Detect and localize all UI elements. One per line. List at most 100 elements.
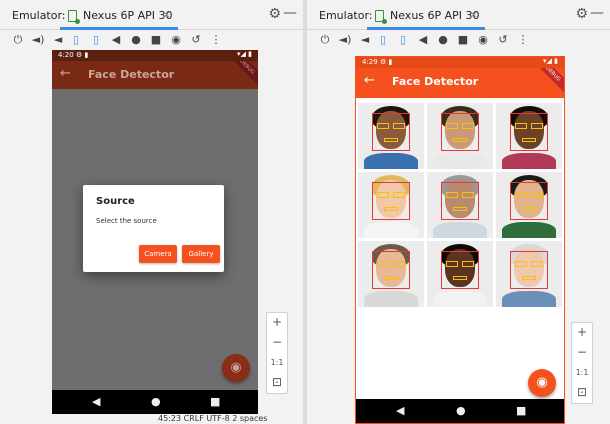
left-device-screen[interactable]: 4:20 ⚙ ▮ ▾◢ ▮ ← Face Detector DEBUG Sour… (52, 50, 258, 414)
emulator-label: Emulator: (12, 9, 66, 22)
face-image-cell[interactable] (496, 103, 562, 169)
tab-close-icon[interactable]: × (469, 8, 478, 21)
volume-up-icon[interactable]: ◄) (30, 32, 46, 48)
shirt-shape (502, 291, 556, 307)
rotate-left-icon[interactable]: ▯ (375, 32, 391, 48)
shirt-shape (433, 222, 487, 238)
eye-landmark-box (531, 123, 543, 129)
more-icon[interactable]: ⋮ (515, 32, 531, 48)
face-bounding-box (510, 251, 548, 289)
tab-close-icon[interactable]: × (162, 8, 171, 21)
source-dialog: Source Select the source Camera Gallery (83, 185, 224, 272)
screenshot-icon[interactable]: ◉ (168, 32, 184, 48)
shirt-shape (433, 153, 487, 169)
back-arrow-icon[interactable]: ← (364, 73, 375, 88)
mouth-landmark-box (453, 138, 467, 142)
mouth-landmark-box (384, 276, 398, 280)
zoom-fit-icon[interactable]: ⊡ (267, 375, 287, 389)
device-tab[interactable]: Nexus 6P API 30 × (367, 4, 485, 30)
settings-gear-icon[interactable]: ⚙ (575, 6, 588, 22)
rotate-right-icon[interactable]: ▯ (88, 32, 104, 48)
eye-landmark-box (515, 261, 527, 267)
gallery-button[interactable]: Gallery (182, 245, 220, 263)
face-image-cell[interactable] (496, 172, 562, 238)
zoom-out-icon[interactable]: − (572, 345, 592, 359)
eye-landmark-box (393, 192, 405, 198)
eye-landmark-box (393, 123, 405, 129)
power-icon[interactable]: ⏻ (10, 32, 26, 48)
rotate-right-icon[interactable]: ▯ (395, 32, 411, 48)
back-icon[interactable]: ◀ (108, 32, 124, 48)
app-bar: ← Face Detector DEBUG (356, 68, 564, 98)
app-title: Face Detector (88, 68, 175, 81)
home-icon[interactable]: ● (128, 32, 144, 48)
back-arrow-icon[interactable]: ← (60, 66, 71, 81)
zoom-out-icon[interactable]: − (267, 335, 287, 349)
android-nav-bar: ◀ ● ■ (52, 390, 258, 414)
eye-landmark-box (462, 192, 474, 198)
more-icon[interactable]: ⋮ (208, 32, 224, 48)
zoom-controls: + − 1:1 ⊡ (571, 322, 593, 404)
face-image-cell[interactable] (427, 103, 493, 169)
face-image-cell[interactable] (358, 172, 424, 238)
zoom-in-icon[interactable]: + (267, 315, 287, 329)
mouth-landmark-box (384, 138, 398, 142)
snapshot-icon[interactable]: ↺ (188, 32, 204, 48)
face-image-cell[interactable] (496, 241, 562, 307)
volume-down-icon[interactable]: ◄ (357, 32, 373, 48)
rotate-left-icon[interactable]: ▯ (68, 32, 84, 48)
face-image-cell[interactable] (427, 172, 493, 238)
mouth-landmark-box (384, 207, 398, 211)
status-time: 4:20 (58, 51, 74, 59)
eye-landmark-box (377, 192, 389, 198)
snapshot-icon[interactable]: ↺ (495, 32, 511, 48)
face-bounding-box (510, 182, 548, 220)
volume-down-icon[interactable]: ◄ (50, 32, 66, 48)
camera-button[interactable]: Camera (139, 245, 177, 263)
screenshot-icon[interactable]: ◉ (475, 32, 491, 48)
face-image-cell[interactable] (358, 103, 424, 169)
nav-back-icon[interactable]: ◀ (92, 395, 100, 408)
right-device-screen[interactable]: 4:29 ⚙ ▮ ▾◢ ▮ ← Face Detector DEBUG ◉ ◀ … (355, 56, 565, 424)
face-image-cell[interactable] (427, 241, 493, 307)
signal-icons: ▾◢ ▮ (237, 50, 252, 58)
device-icon (68, 10, 80, 24)
nav-back-icon[interactable]: ◀ (396, 404, 404, 417)
back-icon[interactable]: ◀ (415, 32, 431, 48)
nav-overview-icon[interactable]: ■ (210, 395, 220, 408)
status-icons: ⚙ ▮ (380, 58, 393, 66)
eye-landmark-box (446, 261, 458, 267)
shirt-shape (502, 153, 556, 169)
device-tab-label: Nexus 6P API 30 (390, 9, 480, 22)
face-bounding-box (510, 113, 548, 151)
eye-landmark-box (377, 123, 389, 129)
device-tab[interactable]: Nexus 6P API 30 × (60, 4, 178, 30)
zoom-in-icon[interactable]: + (572, 325, 592, 339)
shirt-shape (502, 222, 556, 238)
camera-fab[interactable]: ◉ (222, 354, 250, 382)
overview-icon[interactable]: ■ (148, 32, 164, 48)
left-emulator-pane: Emulator: Nexus 6P API 30 × ⚙ — ⏻ ◄) ◄ ▯… (0, 0, 303, 424)
home-icon[interactable]: ● (435, 32, 451, 48)
nav-home-icon[interactable]: ● (151, 395, 161, 408)
settings-gear-icon[interactable]: ⚙ (268, 6, 281, 22)
zoom-1to1-button[interactable]: 1:1 (267, 358, 287, 367)
ide-status-bar: 45:23 CRLF UTF-8 2 spaces (158, 414, 268, 423)
zoom-1to1-button[interactable]: 1:1 (572, 368, 592, 377)
dialog-message: Select the source (96, 217, 157, 225)
minimize-icon[interactable]: — (590, 5, 604, 21)
volume-up-icon[interactable]: ◄) (337, 32, 353, 48)
nav-home-icon[interactable]: ● (456, 404, 466, 417)
minimize-icon[interactable]: — (283, 5, 297, 21)
zoom-fit-icon[interactable]: ⊡ (572, 385, 592, 399)
shirt-shape (364, 222, 418, 238)
overview-icon[interactable]: ■ (455, 32, 471, 48)
face-image-cell[interactable] (358, 241, 424, 307)
face-bounding-box (441, 182, 479, 220)
camera-fab[interactable]: ◉ (528, 369, 556, 397)
shirt-shape (364, 291, 418, 307)
nav-overview-icon[interactable]: ■ (516, 404, 526, 417)
emulator-toolbar: ⏻ ◄) ◄ ▯ ▯ ◀ ● ■ ◉ ↺ ⋮ (307, 30, 610, 50)
eye-landmark-box (446, 192, 458, 198)
power-icon[interactable]: ⏻ (317, 32, 333, 48)
